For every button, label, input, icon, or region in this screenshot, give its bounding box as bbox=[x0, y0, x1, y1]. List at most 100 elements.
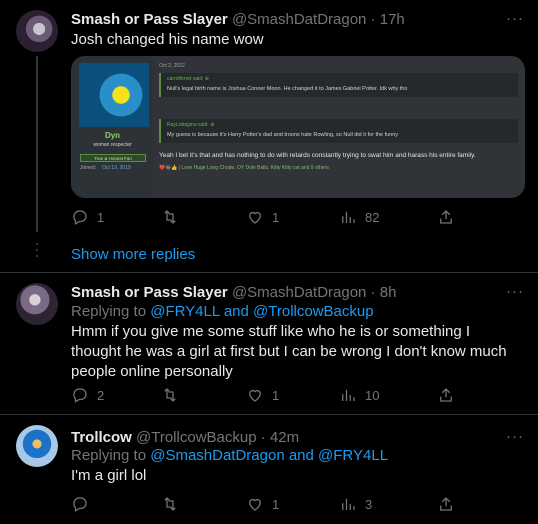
forum-username: Dyn bbox=[104, 131, 121, 140]
like-button[interactable]: 1 bbox=[246, 495, 279, 513]
reply-button[interactable]: 1 bbox=[71, 208, 104, 226]
like-count: 1 bbox=[272, 209, 280, 225]
quote-body: Null's legal birth name is Joshua Conner… bbox=[167, 86, 408, 92]
forum-joined: Joined: Oct 19, 2019 bbox=[80, 165, 131, 171]
view-count: 3 bbox=[365, 496, 373, 512]
timestamp[interactable]: 17h bbox=[380, 11, 405, 28]
display-name[interactable]: Smash or Pass Slayer bbox=[71, 284, 228, 301]
replying-to: Replying to @SmashDatDragon and @FRY4LL bbox=[71, 447, 388, 464]
forum-joined-date: Oct 19, 2019 bbox=[102, 165, 131, 171]
views-button[interactable]: 82 bbox=[339, 208, 379, 226]
quote-header: carrotferret said: ⊕ bbox=[167, 76, 209, 82]
forum-reply-text: Yeah I bet it's that and has nothing to … bbox=[159, 152, 476, 159]
replying-label: Replying to bbox=[71, 303, 147, 320]
view-count: 10 bbox=[365, 387, 380, 403]
replying-and: and bbox=[288, 447, 314, 464]
reply-icon bbox=[73, 388, 87, 403]
tweet-text: Hmm if you give me some stuff like who h… bbox=[71, 323, 507, 380]
forum-avatar bbox=[79, 63, 149, 127]
more-options-button[interactable]: ··· bbox=[506, 283, 524, 300]
retweet-button[interactable] bbox=[161, 495, 187, 513]
tweet-header: Smash or Pass Slayer @SmashDatDragon · 1… bbox=[71, 11, 405, 28]
like-icon bbox=[249, 389, 261, 402]
like-count: 1 bbox=[272, 496, 280, 512]
share-button[interactable] bbox=[437, 386, 455, 404]
share-icon bbox=[440, 497, 452, 511]
like-icon bbox=[249, 211, 261, 224]
views-button[interactable]: 3 bbox=[339, 495, 372, 513]
avatar[interactable] bbox=[16, 283, 58, 325]
forum-reactions: ❤️😂👍 | Love Huge Long Chode, OY Dole Bal… bbox=[159, 165, 329, 171]
quote-body: My guess is because it's Harry Potter's … bbox=[167, 132, 399, 138]
mention-link[interactable]: @TrollcowBackup bbox=[253, 303, 374, 320]
forum-badge: True & Honest Fan bbox=[80, 154, 146, 162]
thread-line bbox=[36, 56, 38, 232]
retweet-button[interactable] bbox=[161, 386, 187, 404]
views-icon bbox=[342, 389, 355, 401]
like-button[interactable]: 1 bbox=[246, 208, 279, 226]
tweet-actions: 1 1 82 bbox=[71, 208, 452, 228]
separator-dot: · bbox=[370, 284, 376, 301]
reply-button[interactable] bbox=[71, 495, 97, 513]
retweet-icon bbox=[164, 388, 176, 402]
separator-dot: · bbox=[260, 429, 266, 446]
tweet-text: I'm a girl lol bbox=[71, 467, 147, 484]
retweet-icon bbox=[164, 497, 176, 511]
share-button[interactable] bbox=[437, 495, 455, 513]
forum-quote: carrotferret said: ⊕ Null's legal birth … bbox=[159, 73, 518, 97]
like-button[interactable]: 1 bbox=[246, 386, 279, 404]
retweet-icon bbox=[164, 210, 176, 224]
handle[interactable]: @SmashDatDragon bbox=[232, 284, 366, 301]
reply-icon bbox=[73, 497, 87, 512]
share-icon bbox=[440, 388, 452, 402]
display-name[interactable]: Trollcow bbox=[71, 429, 132, 446]
replying-and: and bbox=[223, 303, 249, 320]
tweet-actions: 1 3 bbox=[71, 495, 452, 515]
mention-link[interactable]: @SmashDatDragon bbox=[150, 447, 284, 464]
thread-dots bbox=[35, 243, 39, 261]
timestamp[interactable]: 42m bbox=[270, 429, 299, 446]
forum-post-date: Oct 2, 2022 bbox=[159, 63, 185, 69]
share-button[interactable] bbox=[437, 208, 455, 226]
tweet-1[interactable]: Smash or Pass Slayer @SmashDatDragon · 1… bbox=[0, 0, 538, 232]
reply-button[interactable]: 2 bbox=[71, 386, 104, 404]
tweet-2[interactable]: Smash or Pass Slayer @SmashDatDragon · 8… bbox=[0, 273, 538, 410]
reply-count: 1 bbox=[97, 209, 105, 225]
view-count: 82 bbox=[365, 209, 380, 225]
tweet-text: Josh changed his name wow bbox=[71, 31, 264, 48]
handle[interactable]: @TrollcowBackup bbox=[136, 429, 257, 446]
more-options-button[interactable]: ··· bbox=[506, 10, 524, 27]
display-name[interactable]: Smash or Pass Slayer bbox=[71, 11, 228, 28]
replying-to: Replying to @FRY4LL and @TrollcowBackup bbox=[71, 303, 374, 320]
tweet-3[interactable]: Trollcow @TrollcowBackup · 42m ··· Reply… bbox=[0, 415, 538, 524]
retweet-button[interactable] bbox=[161, 208, 187, 226]
forum-user-title: woman respecter bbox=[93, 142, 132, 148]
forum-post: Oct 2, 2022 carrotferret said: ⊕ Null's … bbox=[153, 57, 524, 197]
like-icon bbox=[249, 498, 261, 511]
tweet-header: Trollcow @TrollcowBackup · 42m bbox=[71, 429, 299, 446]
forum-quote: RayLobagma said: ⊕ My guess is because i… bbox=[159, 119, 518, 143]
views-icon bbox=[342, 211, 355, 223]
show-more-replies-link[interactable]: Show more replies bbox=[71, 246, 195, 263]
views-icon bbox=[342, 498, 355, 510]
timestamp[interactable]: 8h bbox=[380, 284, 397, 301]
forum-user-panel: Dyn woman respecter True & Honest Fan Jo… bbox=[72, 57, 153, 197]
reply-count: 2 bbox=[97, 387, 105, 403]
more-options-button[interactable]: ··· bbox=[506, 428, 524, 445]
separator-dot: · bbox=[370, 11, 376, 28]
like-count: 1 bbox=[272, 387, 280, 403]
replying-label: Replying to bbox=[71, 447, 147, 464]
mention-link[interactable]: @FRY4LL bbox=[318, 447, 388, 464]
avatar[interactable] bbox=[16, 425, 58, 467]
reply-icon bbox=[73, 210, 87, 225]
avatar[interactable] bbox=[16, 10, 58, 52]
tweet-header: Smash or Pass Slayer @SmashDatDragon · 8… bbox=[71, 284, 396, 301]
share-icon bbox=[440, 210, 452, 224]
tweet-actions: 2 1 10 bbox=[71, 386, 452, 406]
quote-header: RayLobagma said: ⊕ bbox=[167, 122, 215, 128]
handle[interactable]: @SmashDatDragon bbox=[232, 11, 366, 28]
mention-link[interactable]: @FRY4LL bbox=[150, 303, 219, 320]
tweet-image[interactable]: Dyn woman respecter True & Honest Fan Jo… bbox=[71, 56, 525, 198]
views-button[interactable]: 10 bbox=[339, 386, 379, 404]
forum-joined-label: Joined: bbox=[80, 165, 97, 171]
